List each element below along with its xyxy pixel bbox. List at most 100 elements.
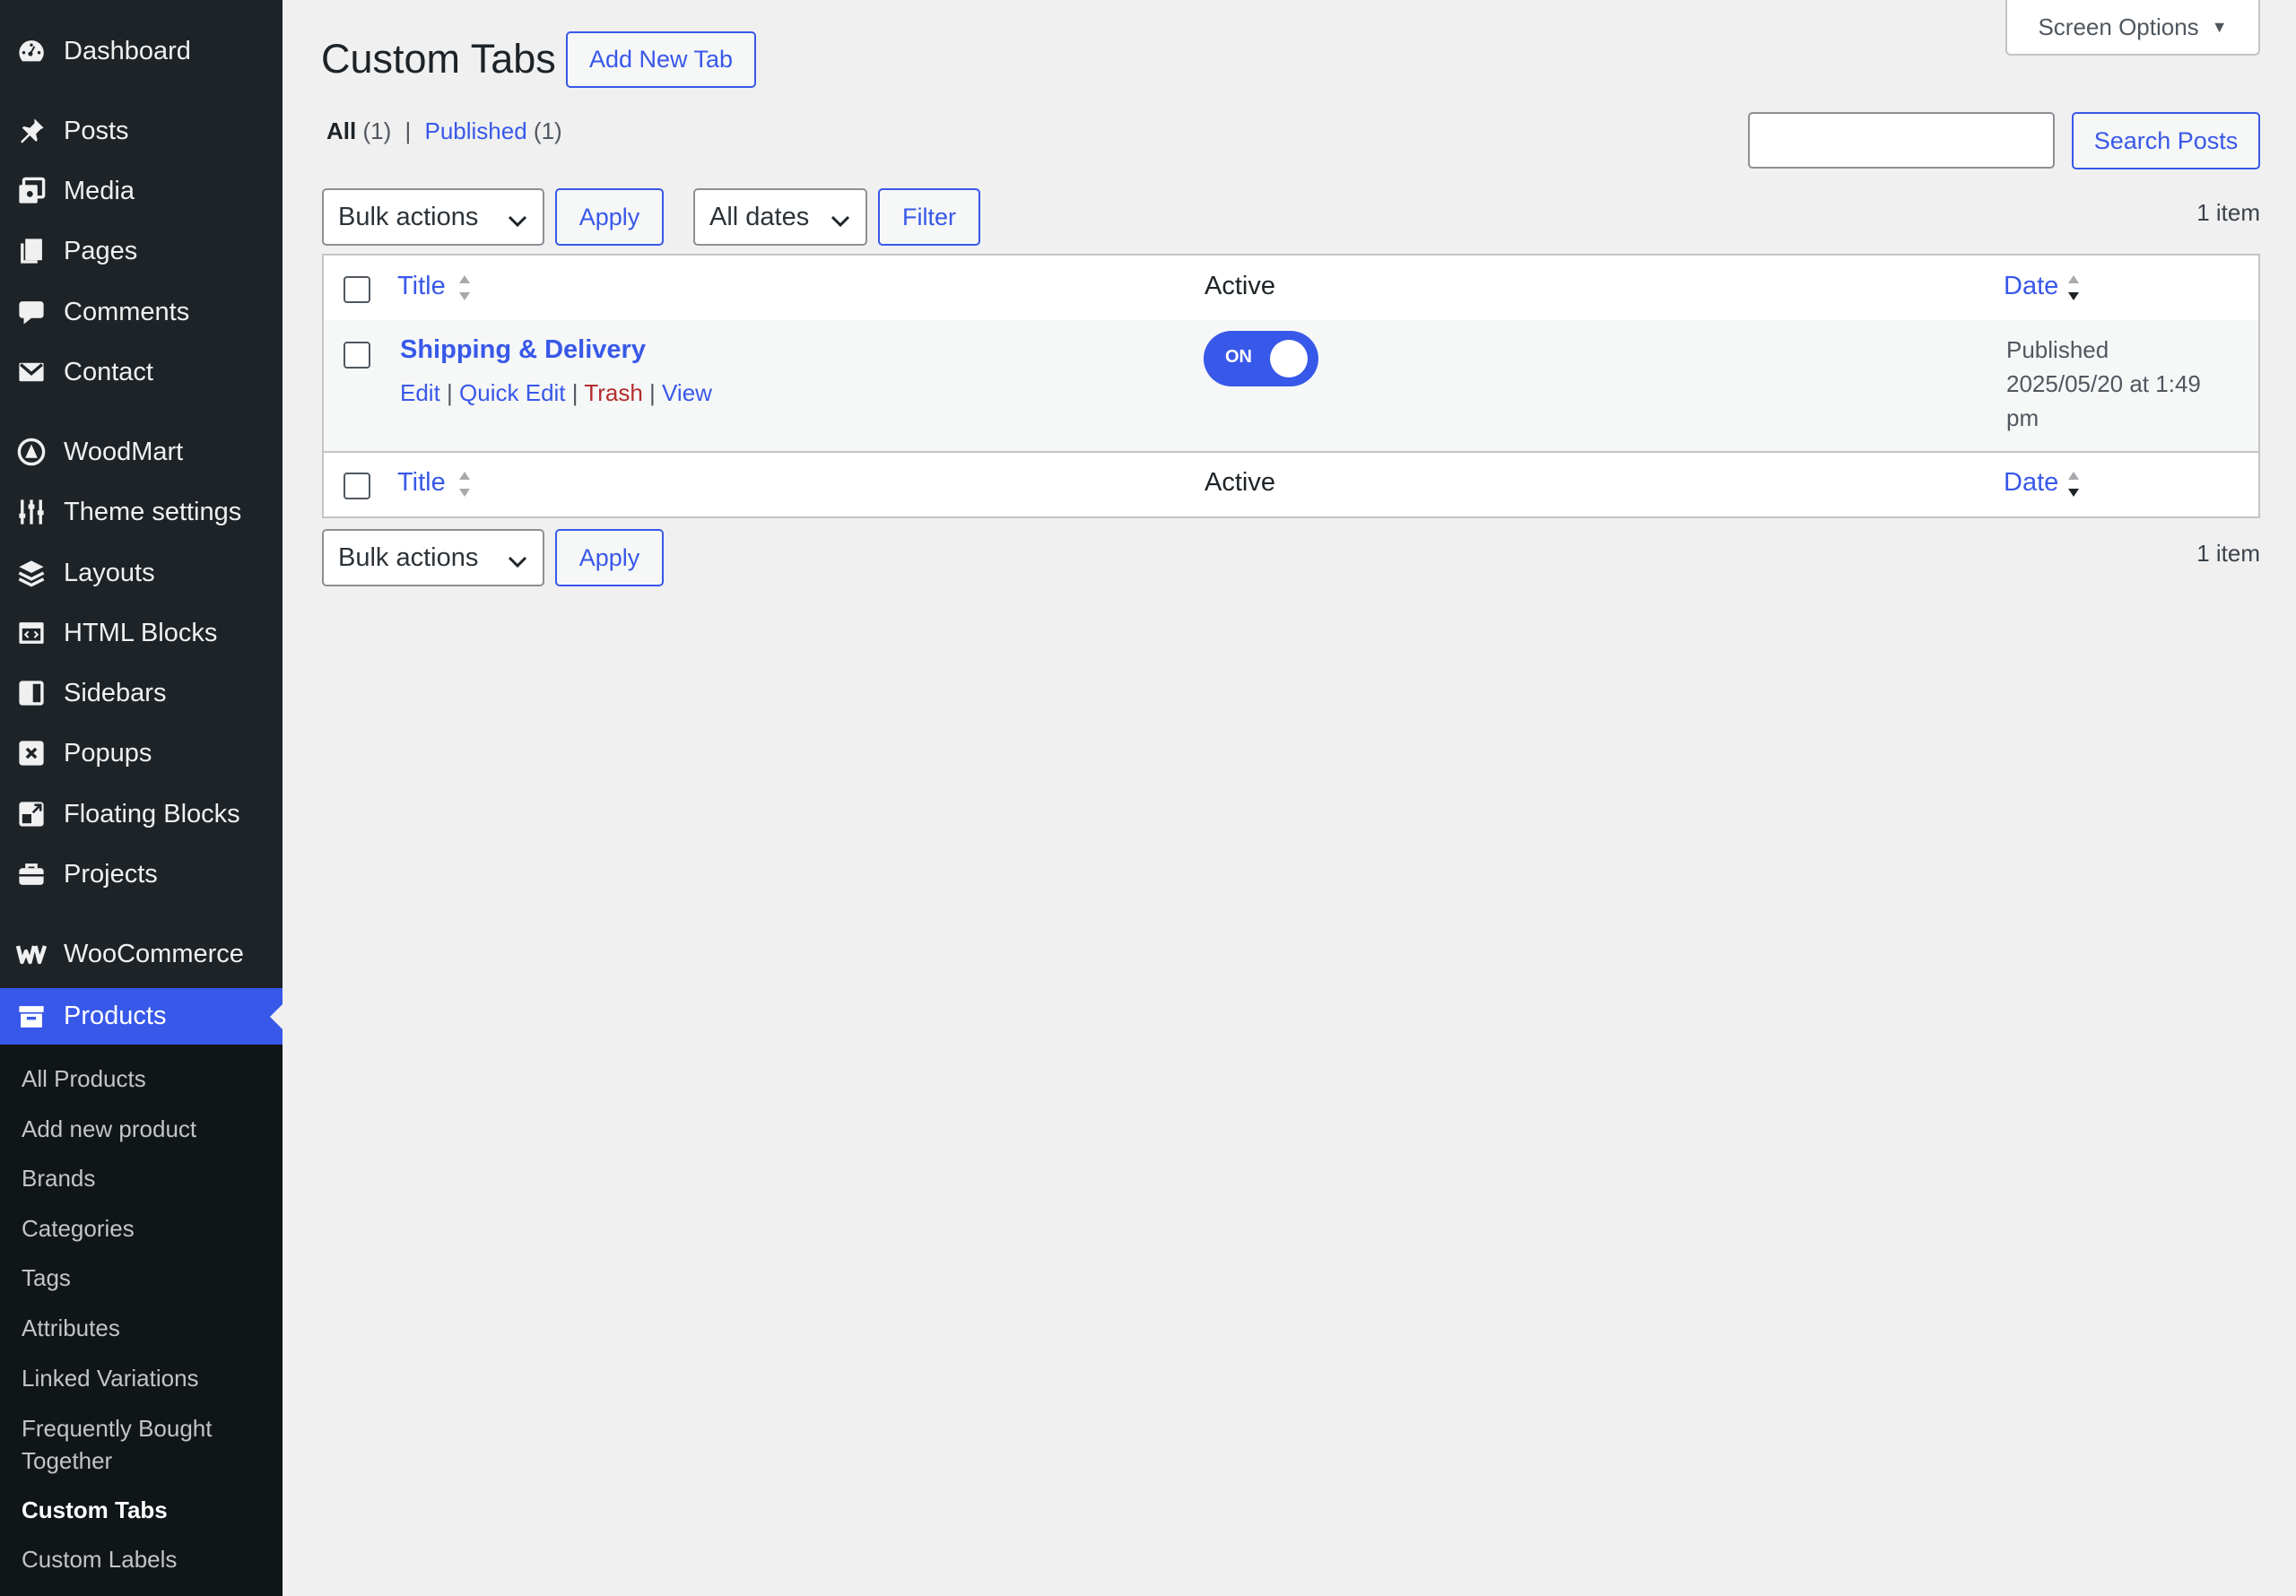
date-status: Published — [2006, 336, 2109, 363]
bulk-actions-value: Bulk actions — [338, 542, 479, 572]
trash-link[interactable]: Trash — [584, 379, 643, 406]
layers-icon — [15, 557, 48, 589]
submenu-custom-tabs[interactable]: Custom Tabs — [22, 1494, 168, 1526]
apply-button-bottom[interactable]: Apply — [555, 529, 664, 586]
row-actions: Edit | Quick Edit | Trash | View — [400, 379, 712, 407]
bulk-actions-select-bottom[interactable]: Bulk actions — [322, 529, 544, 586]
menu-item-label: Pages — [64, 236, 138, 265]
menu-item-label: Floating Blocks — [64, 799, 240, 828]
menu-item-label: Dashboard — [64, 36, 191, 65]
submenu-custom-labels[interactable]: Custom Labels — [22, 1543, 177, 1575]
select-all-checkbox[interactable] — [344, 276, 370, 303]
menu-item-products[interactable]: Products — [0, 988, 283, 1045]
view-published[interactable]: Published — [424, 117, 526, 144]
archive-icon — [15, 1001, 48, 1033]
dashboard-icon — [15, 35, 48, 67]
menu-item-contact[interactable]: Contact — [0, 346, 283, 398]
toggle-knob — [1270, 340, 1308, 377]
menu-item-label: Media — [64, 176, 135, 205]
menu-item-woocommerce[interactable]: WooCommerce — [0, 928, 283, 980]
apply-button-top[interactable]: Apply — [555, 188, 664, 246]
menu-item-html-blocks[interactable]: HTML Blocks — [0, 607, 283, 659]
menu-item-popups[interactable]: Popups — [0, 727, 283, 779]
page-title: Custom Tabs — [321, 36, 556, 82]
submenu-frequently-bought-together[interactable]: Frequently Bought Together — [22, 1412, 255, 1477]
floating-icon — [15, 798, 48, 830]
view-all[interactable]: All — [326, 117, 356, 144]
sort-icon[interactable] — [457, 273, 473, 307]
edit-link[interactable]: Edit — [400, 379, 440, 406]
comment-icon — [15, 296, 48, 328]
current-menu-pointer — [270, 1003, 283, 1029]
submenu-linked-variations[interactable]: Linked Variations — [22, 1362, 199, 1394]
woo-icon — [15, 938, 48, 970]
screen-options-button[interactable]: Screen Options ▼ — [2005, 0, 2260, 56]
products-submenu: All Products Add new product Brands Cate… — [0, 1045, 283, 1596]
filter-button[interactable]: Filter — [878, 188, 980, 246]
items-count-top: 1 item — [2196, 199, 2260, 226]
date-line-2: pm — [2006, 404, 2039, 431]
pin-icon — [15, 115, 48, 147]
briefcase-icon — [15, 858, 48, 890]
menu-item-pages[interactable]: Pages — [0, 225, 283, 277]
search-posts-button[interactable]: Search Posts — [2072, 112, 2260, 169]
menu-item-label: Comments — [64, 297, 190, 326]
submenu-add-new-product[interactable]: Add new product — [22, 1113, 196, 1145]
menu-item-label: Products — [64, 1002, 167, 1030]
popup-icon — [15, 737, 48, 769]
column-title-footer[interactable]: Title — [397, 468, 446, 498]
select-all-checkbox-footer[interactable] — [344, 473, 370, 499]
active-toggle[interactable]: ON — [1204, 331, 1318, 386]
submenu-categories[interactable]: Categories — [22, 1212, 135, 1245]
woodmart-icon — [15, 436, 48, 468]
submenu-tags[interactable]: Tags — [22, 1262, 71, 1294]
menu-item-floating-blocks[interactable]: Floating Blocks — [0, 788, 283, 840]
menu-item-dashboard[interactable]: Dashboard — [0, 25, 283, 77]
submenu-all-products[interactable]: All Products — [22, 1063, 146, 1095]
menu-item-layouts[interactable]: Layouts — [0, 547, 283, 599]
column-active-footer: Active — [1205, 468, 1275, 497]
quick-edit-link[interactable]: Quick Edit — [459, 379, 566, 406]
menu-item-sidebars[interactable]: Sidebars — [0, 667, 283, 719]
bulk-actions-select[interactable]: Bulk actions — [322, 188, 544, 246]
sort-icon[interactable] — [457, 470, 473, 503]
sort-desc-icon[interactable] — [2066, 273, 2082, 307]
column-date-footer[interactable]: Date — [2004, 468, 2058, 498]
menu-item-label: HTML Blocks — [64, 618, 218, 647]
subsubsub-views: All (1) | Published (1) — [326, 115, 562, 147]
action-separator: | — [447, 379, 453, 406]
menu-item-theme-settings[interactable]: Theme settings — [0, 486, 283, 538]
table-row: Shipping & Delivery Edit | Quick Edit | … — [324, 320, 2258, 451]
menu-item-posts[interactable]: Posts — [0, 105, 283, 157]
chevron-down-icon — [507, 549, 528, 578]
menu-item-comments[interactable]: Comments — [0, 286, 283, 338]
menu-item-label: Popups — [64, 738, 152, 768]
chevron-down-icon — [830, 208, 851, 238]
toggle-label: ON — [1225, 347, 1252, 367]
date-line-1: 2025/05/20 at 1:49 — [2006, 370, 2201, 397]
dates-select[interactable]: All dates — [693, 188, 867, 246]
table-header: Title Active Date — [324, 256, 2258, 322]
menu-item-media[interactable]: Media — [0, 165, 283, 217]
media-icon — [15, 175, 48, 207]
row-date: Published 2025/05/20 at 1:49 pm — [2006, 333, 2201, 435]
menu-item-projects[interactable]: Projects — [0, 848, 283, 900]
row-checkbox[interactable] — [344, 342, 370, 369]
row-title-link[interactable]: Shipping & Delivery — [400, 335, 646, 365]
view-link[interactable]: View — [662, 379, 712, 406]
column-title-header[interactable]: Title — [397, 272, 446, 301]
search-input[interactable] — [1748, 112, 2055, 169]
action-separator: | — [571, 379, 578, 406]
menu-item-label: Theme settings — [64, 497, 242, 526]
menu-item-label: Posts — [64, 116, 129, 145]
submenu-brands[interactable]: Brands — [22, 1162, 95, 1194]
menu-item-woodmart[interactable]: WoodMart — [0, 426, 283, 478]
add-new-tab-button[interactable]: Add New Tab — [566, 31, 756, 88]
menu-item-label: WooCommerce — [64, 939, 244, 968]
submenu-attributes[interactable]: Attributes — [22, 1312, 120, 1344]
column-date-header[interactable]: Date — [2004, 272, 2058, 301]
pages-icon — [15, 235, 48, 267]
menu-item-label: Layouts — [64, 558, 155, 587]
chevron-down-icon — [507, 208, 528, 238]
sort-desc-icon[interactable] — [2066, 470, 2082, 503]
